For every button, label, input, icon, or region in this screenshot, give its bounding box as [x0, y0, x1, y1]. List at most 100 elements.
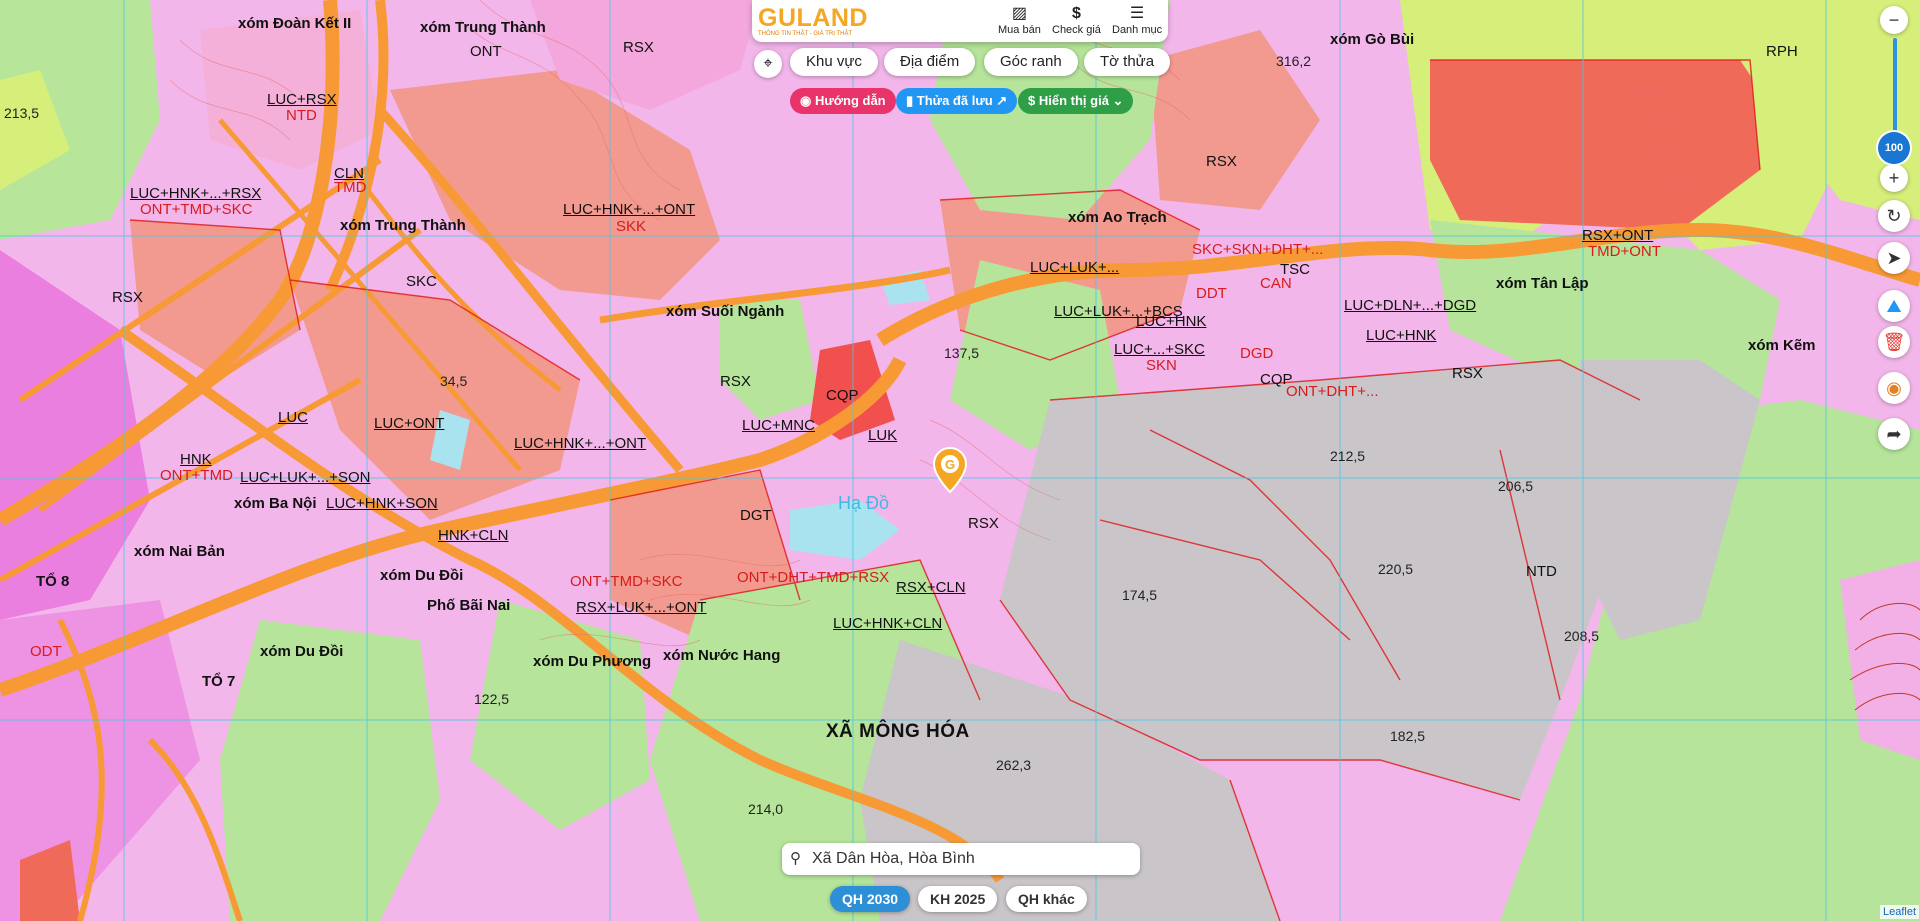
- elevation-label: 182,5: [1390, 728, 1426, 744]
- land-code: TMD+ONT: [1588, 243, 1661, 260]
- land-code: RSX: [112, 289, 143, 306]
- hien-thi-gia-label: Hiển thị giá: [1038, 93, 1109, 108]
- land-code: NTD: [1526, 563, 1557, 580]
- store-icon: ▨: [1011, 5, 1027, 22]
- land-code: ONT+DHT+...: [1286, 383, 1379, 400]
- dollar-icon: $: [1072, 5, 1081, 22]
- land-code: CQP: [1260, 371, 1293, 388]
- land-code: RSX: [1206, 153, 1237, 170]
- zoom-slider-handle[interactable]: 100: [1878, 132, 1910, 164]
- land-code: SKC: [406, 273, 437, 290]
- land-code: HNK: [180, 451, 212, 468]
- goc-ranh-button[interactable]: Góc ranh: [984, 48, 1078, 76]
- elevation-label: 174,5: [1122, 587, 1158, 603]
- mua-ban-button[interactable]: ▨ Mua bán: [998, 4, 1041, 36]
- land-code: DGT: [740, 507, 772, 524]
- land-code: LUC+MNC: [742, 417, 815, 434]
- elevation-label: 34,5: [440, 373, 468, 389]
- share-icon: ➦: [1886, 424, 1902, 444]
- dollar-icon: $: [1028, 93, 1036, 108]
- land-code: LUC+...+SKC: [1114, 341, 1205, 358]
- bookmark-icon: ▮: [906, 93, 914, 108]
- brand-logo[interactable]: GULAND THÔNG TIN THẬT - GIÁ TRỊ THẬT: [758, 4, 868, 37]
- hien-thi-gia-button[interactable]: $ Hiển thị giá ⌄: [1018, 88, 1134, 114]
- land-code: LUC+HNK+SON: [326, 495, 438, 512]
- danh-muc-label: Danh mục: [1112, 24, 1163, 36]
- thua-da-luu-label: Thửa đã lưu: [916, 93, 993, 108]
- place-label: xóm Nai Bản: [134, 543, 225, 560]
- layers-color-button[interactable]: ◉: [1878, 372, 1910, 404]
- land-code: LUC+DLN+...+DGD: [1344, 297, 1477, 314]
- land-code: LUC+HNK+...+ONT: [563, 201, 696, 218]
- address-search-box[interactable]: ⚲ Xã Dân Hòa, Hòa Bình: [782, 843, 1140, 875]
- elevation-label: 137,5: [944, 345, 980, 361]
- share-button[interactable]: ➦: [1878, 418, 1910, 450]
- zoom-out-button[interactable]: −: [1880, 6, 1908, 34]
- thua-da-luu-button[interactable]: ▮ Thửa đã lưu ↗: [896, 88, 1018, 114]
- map-attribution[interactable]: Leaflet: [1880, 905, 1920, 919]
- elevation-label: 214,0: [748, 801, 784, 817]
- land-code: LUC+LUK+...+BCS: [1054, 303, 1183, 320]
- refresh-icon: ↻: [1886, 206, 1902, 226]
- land-code: RSX: [1452, 365, 1483, 382]
- logo-tagline: THÔNG TIN THẬT - GIÁ TRỊ THẬT: [758, 31, 853, 37]
- huong-dan-button[interactable]: ◉ Hướng dẫn: [790, 88, 896, 114]
- crosshair-icon: ⌖: [763, 55, 773, 72]
- land-code: TMD: [334, 179, 367, 196]
- tab-kh-2025[interactable]: KH 2025: [918, 886, 998, 912]
- target-icon: ◉: [800, 93, 812, 108]
- land-code: RSX: [968, 515, 999, 532]
- to-thua-button[interactable]: Tờ thửa: [1084, 48, 1171, 76]
- land-code: RPH: [1766, 43, 1798, 60]
- land-code: ONT+TMD: [160, 467, 233, 484]
- danh-muc-button[interactable]: ☰ Danh mục: [1112, 4, 1162, 36]
- measure-button[interactable]: ⛰: [1878, 290, 1910, 322]
- place-label: TỔ 8: [36, 573, 70, 590]
- place-label: xóm Trung Thành: [420, 19, 546, 36]
- dia-diem-button[interactable]: Địa điểm: [884, 48, 976, 76]
- land-code: ONT+DHT+TMD+RSX: [737, 569, 890, 586]
- land-code: LUK: [868, 427, 898, 444]
- place-label: xóm Du Phương: [533, 653, 652, 670]
- elevation-label: 220,5: [1378, 561, 1414, 577]
- chevron-down-icon: ⌄: [1112, 93, 1124, 108]
- land-code: HNK+CLN: [438, 527, 509, 544]
- elevation-label: 316,2: [1276, 53, 1312, 69]
- zoom-slider-track[interactable]: [1893, 38, 1897, 136]
- elevation-label: 213,5: [4, 105, 40, 121]
- khu-vuc-button[interactable]: Khu vực: [790, 48, 878, 76]
- check-gia-label: Check giá: [1052, 24, 1101, 36]
- check-gia-button[interactable]: $ Check giá: [1052, 4, 1101, 36]
- tab-qh-khac[interactable]: QH khác: [1006, 886, 1087, 912]
- navigate-button[interactable]: ➤: [1878, 242, 1910, 274]
- my-location-button[interactable]: ⌖: [754, 50, 782, 78]
- elevation-label: 212,5: [1330, 448, 1366, 464]
- refresh-button[interactable]: ↻: [1878, 200, 1910, 232]
- map-pin-marker[interactable]: G: [932, 446, 968, 494]
- top-header: GULAND THÔNG TIN THẬT - GIÁ TRỊ THẬT ▨ M…: [752, 0, 1168, 42]
- elevation-label: 208,5: [1564, 628, 1600, 644]
- land-code: ONT: [470, 43, 502, 60]
- land-code: SKK: [616, 218, 647, 235]
- place-label: xóm Ao Trạch: [1068, 209, 1167, 226]
- commune-label: XÃ MÔNG HÓA: [826, 721, 970, 742]
- place-label: xóm Đoàn Kết II: [238, 15, 352, 32]
- land-code: ODT: [30, 643, 62, 660]
- minus-icon: −: [1888, 10, 1900, 30]
- zoom-in-button[interactable]: +: [1880, 164, 1908, 192]
- land-code: ONT+TMD+SKC: [140, 201, 253, 218]
- location-pin-icon: G: [932, 446, 968, 494]
- land-code: RSX+LUK+...+ONT: [576, 599, 707, 616]
- tab-qh-2030[interactable]: QH 2030: [830, 886, 911, 912]
- land-code: LUC+HNK: [1366, 327, 1437, 344]
- land-code: RSX+CLN: [896, 579, 966, 596]
- land-code: LUC+RSX: [267, 91, 337, 108]
- place-label: xóm Suối Ngành: [666, 303, 785, 320]
- land-code: RSX: [720, 373, 751, 390]
- land-code: CAN: [1260, 275, 1292, 292]
- land-code: SKN: [1146, 357, 1177, 374]
- land-code: LUC+HNK+CLN: [833, 615, 943, 632]
- ruler-icon: ⛰: [1886, 296, 1902, 316]
- land-code: SKC+SKN+DHT+...: [1192, 241, 1324, 258]
- delete-button[interactable]: 🗑: [1878, 326, 1910, 358]
